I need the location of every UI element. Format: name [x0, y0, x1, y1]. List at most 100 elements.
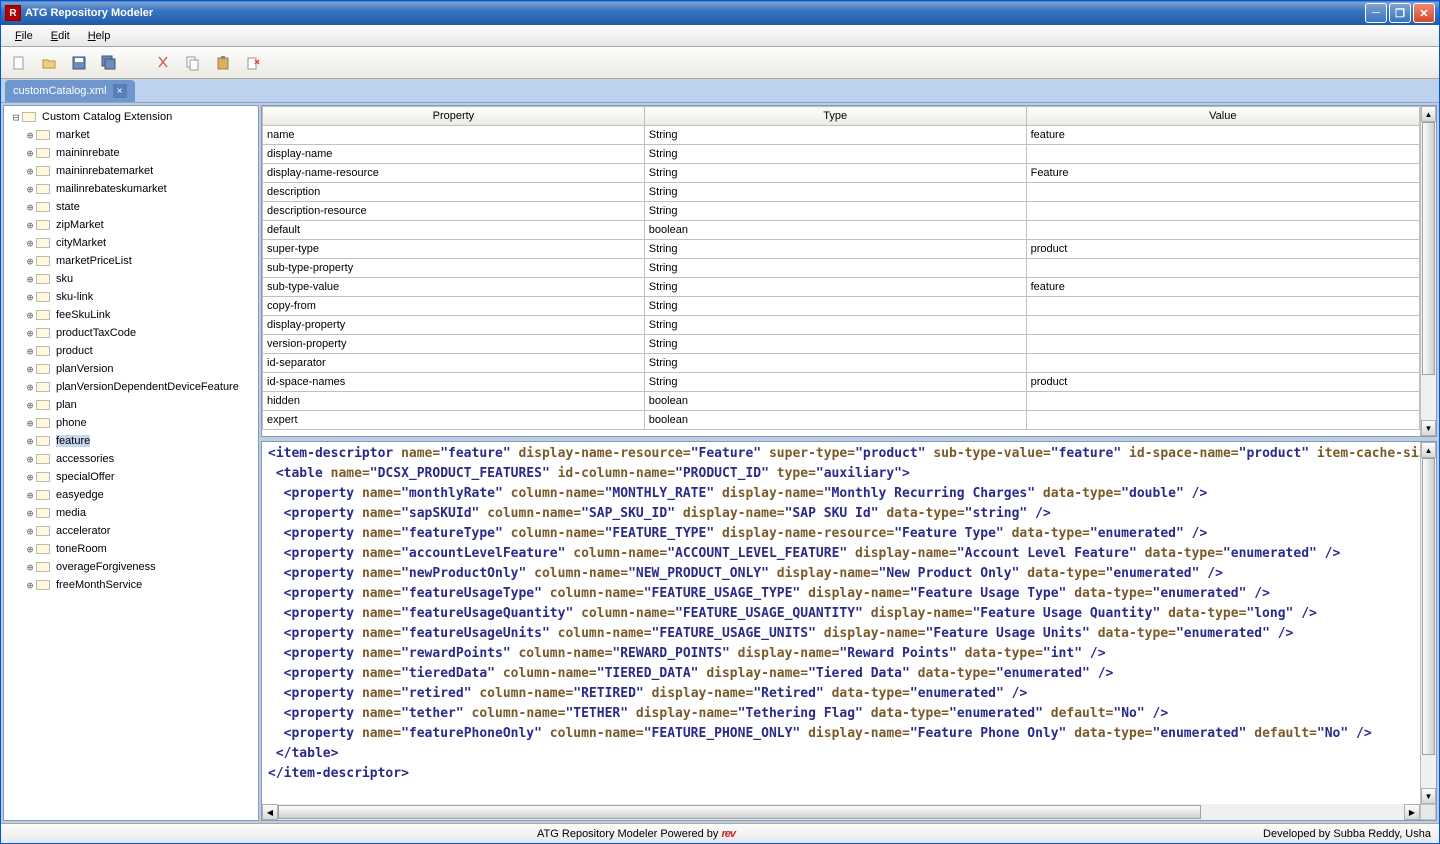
tree-item-planVersionDependentDeviceFeature[interactable]: ⊕planVersionDependentDeviceFeature: [20, 378, 256, 396]
tree-toggle-icon[interactable]: ⊕: [24, 543, 36, 556]
table-row[interactable]: display-propertyString: [263, 316, 1420, 335]
delete-icon[interactable]: [243, 53, 263, 73]
source-line[interactable]: <property name="monthlyRate" column-name…: [268, 484, 1414, 504]
scroll-down-icon[interactable]: ▼: [1421, 788, 1436, 804]
tree-sidebar[interactable]: ⊟ Custom Catalog Extension ⊕market⊕maini…: [3, 105, 259, 821]
tree-item-specialOffer[interactable]: ⊕specialOffer: [20, 468, 256, 486]
scroll-up-icon[interactable]: ▲: [1421, 106, 1436, 122]
cell-property[interactable]: description-resource: [263, 202, 645, 221]
table-row[interactable]: hiddenboolean: [263, 392, 1420, 411]
copy-icon[interactable]: [183, 53, 203, 73]
source-line[interactable]: </table>: [268, 744, 1414, 764]
source-line[interactable]: <property name="rewardPoints" column-nam…: [268, 644, 1414, 664]
new-icon[interactable]: [9, 53, 29, 73]
tree-toggle-icon[interactable]: ⊕: [24, 579, 36, 592]
cell-property[interactable]: id-space-names: [263, 373, 645, 392]
cell-type[interactable]: boolean: [644, 411, 1026, 430]
table-row[interactable]: sub-type-propertyString: [263, 259, 1420, 278]
tree-item-accelerator[interactable]: ⊕accelerator: [20, 522, 256, 540]
col-property[interactable]: Property: [263, 107, 645, 126]
cell-type[interactable]: String: [644, 145, 1026, 164]
tree-item-overageForgiveness[interactable]: ⊕overageForgiveness: [20, 558, 256, 576]
tree-toggle-icon[interactable]: ⊕: [24, 345, 36, 358]
tree-toggle-icon[interactable]: ⊕: [24, 381, 36, 394]
tree-toggle-icon[interactable]: ⊕: [24, 255, 36, 268]
cell-property[interactable]: default: [263, 221, 645, 240]
tree-toggle-icon[interactable]: ⊕: [24, 489, 36, 502]
property-table[interactable]: Property Type Value nameStringfeaturedis…: [262, 106, 1420, 430]
tab-close-icon[interactable]: ×: [113, 84, 127, 98]
table-vscrollbar[interactable]: ▲ ▼: [1420, 106, 1436, 436]
source-vscrollbar[interactable]: ▲ ▼: [1420, 442, 1436, 804]
cell-value[interactable]: [1026, 221, 1419, 240]
table-row[interactable]: version-propertyString: [263, 335, 1420, 354]
cell-value[interactable]: [1026, 297, 1419, 316]
source-line[interactable]: <property name="featureUsageUnits" colum…: [268, 624, 1414, 644]
tree-item-product[interactable]: ⊕product: [20, 342, 256, 360]
cell-value[interactable]: [1026, 259, 1419, 278]
table-row[interactable]: id-separatorString: [263, 354, 1420, 373]
tree-item-mailinrebateskumarket[interactable]: ⊕mailinrebateskumarket: [20, 180, 256, 198]
tree-toggle-icon[interactable]: ⊕: [24, 309, 36, 322]
tree-item-planVersion[interactable]: ⊕planVersion: [20, 360, 256, 378]
table-row[interactable]: descriptionString: [263, 183, 1420, 202]
cut-icon[interactable]: [153, 53, 173, 73]
table-row[interactable]: sub-type-valueStringfeature: [263, 278, 1420, 297]
tree-item-toneRoom[interactable]: ⊕toneRoom: [20, 540, 256, 558]
table-row[interactable]: id-space-namesStringproduct: [263, 373, 1420, 392]
table-row[interactable]: defaultboolean: [263, 221, 1420, 240]
cell-property[interactable]: hidden: [263, 392, 645, 411]
table-row[interactable]: display-nameString: [263, 145, 1420, 164]
tree-toggle-icon[interactable]: ⊕: [24, 507, 36, 520]
cell-property[interactable]: display-name: [263, 145, 645, 164]
scroll-left-icon[interactable]: ◀: [262, 804, 278, 820]
tree-item-maininrebate[interactable]: ⊕maininrebate: [20, 144, 256, 162]
cell-value[interactable]: [1026, 145, 1419, 164]
tree-toggle-icon[interactable]: ⊕: [24, 471, 36, 484]
col-value[interactable]: Value: [1026, 107, 1419, 126]
source-hscrollbar[interactable]: ◀ ▶: [262, 804, 1420, 820]
cell-property[interactable]: version-property: [263, 335, 645, 354]
cell-type[interactable]: String: [644, 297, 1026, 316]
cell-property[interactable]: display-name-resource: [263, 164, 645, 183]
cell-property[interactable]: description: [263, 183, 645, 202]
cell-property[interactable]: copy-from: [263, 297, 645, 316]
close-button[interactable]: ✕: [1413, 3, 1435, 23]
cell-type[interactable]: String: [644, 354, 1026, 373]
source-line[interactable]: <property name="tieredData" column-name=…: [268, 664, 1414, 684]
cell-type[interactable]: boolean: [644, 392, 1026, 411]
tree-item-productTaxCode[interactable]: ⊕productTaxCode: [20, 324, 256, 342]
cell-value[interactable]: [1026, 335, 1419, 354]
menu-help[interactable]: Help: [80, 28, 119, 44]
cell-value[interactable]: feature: [1026, 126, 1419, 145]
tree-item-accessories[interactable]: ⊕accessories: [20, 450, 256, 468]
open-icon[interactable]: [39, 53, 59, 73]
tree-toggle-icon[interactable]: ⊕: [24, 525, 36, 538]
source-line[interactable]: <property name="sapSKUId" column-name="S…: [268, 504, 1414, 524]
table-row[interactable]: super-typeStringproduct: [263, 240, 1420, 259]
tree-root-item[interactable]: ⊟ Custom Catalog Extension: [6, 108, 256, 126]
tree-toggle-icon[interactable]: ⊕: [24, 417, 36, 430]
source-line[interactable]: <property name="accountLevelFeature" col…: [268, 544, 1414, 564]
tree-item-state[interactable]: ⊕state: [20, 198, 256, 216]
cell-value[interactable]: product: [1026, 373, 1419, 392]
cell-type[interactable]: String: [644, 183, 1026, 202]
source-line[interactable]: <property name="featurePhoneOnly" column…: [268, 724, 1414, 744]
cell-type[interactable]: String: [644, 126, 1026, 145]
scroll-up-icon[interactable]: ▲: [1421, 442, 1436, 458]
source-line[interactable]: <property name="retired" column-name="RE…: [268, 684, 1414, 704]
minimize-button[interactable]: ─: [1365, 3, 1387, 23]
table-row[interactable]: display-name-resourceStringFeature: [263, 164, 1420, 183]
cell-value[interactable]: Feature: [1026, 164, 1419, 183]
tree-toggle-icon[interactable]: ⊕: [24, 561, 36, 574]
cell-property[interactable]: sub-type-property: [263, 259, 645, 278]
table-row[interactable]: description-resourceString: [263, 202, 1420, 221]
tree-item-sku[interactable]: ⊕sku: [20, 270, 256, 288]
tree-item-cityMarket[interactable]: ⊕cityMarket: [20, 234, 256, 252]
tree-toggle-icon[interactable]: ⊕: [24, 165, 36, 178]
tree-toggle-icon[interactable]: ⊕: [24, 219, 36, 232]
menu-file[interactable]: File: [7, 28, 41, 44]
source-line[interactable]: </item-descriptor>: [268, 764, 1414, 784]
cell-value[interactable]: [1026, 411, 1419, 430]
cell-property[interactable]: name: [263, 126, 645, 145]
